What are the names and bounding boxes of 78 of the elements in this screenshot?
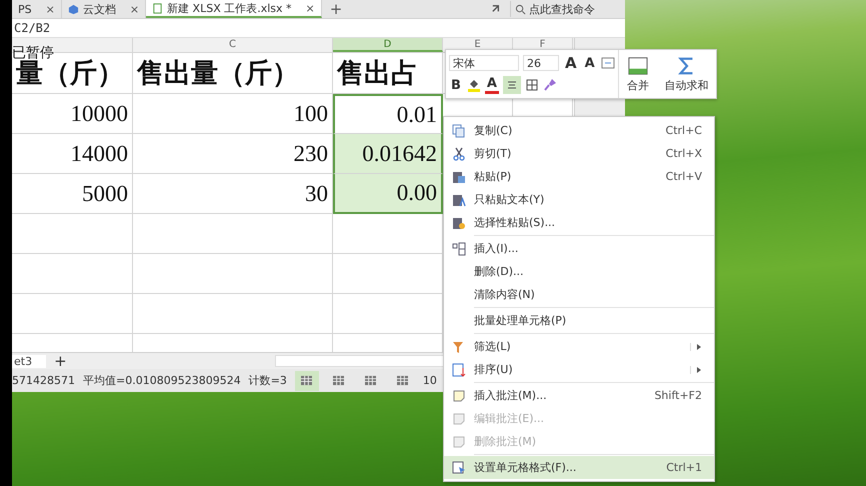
submenu-arrow-icon (690, 342, 702, 350)
brush-icon[interactable] (542, 78, 557, 92)
clipboard-icon (452, 216, 466, 230)
tab-label: PS (18, 2, 32, 16)
submenu-arrow-icon (690, 366, 702, 374)
font-color-button[interactable]: A (484, 76, 499, 94)
menu-item[interactable]: 只粘贴文本(Y) (444, 188, 714, 211)
status-text: 571428571 (12, 374, 75, 387)
align-center-button[interactable] (502, 76, 521, 94)
insert-cells-icon (452, 242, 466, 256)
grid-view-icon (300, 375, 314, 386)
grid-view-icon (396, 375, 410, 386)
menu-item[interactable]: 清除内容(N) (444, 283, 714, 306)
new-tab-button[interactable]: + (322, 0, 350, 18)
border-icon[interactable] (524, 78, 539, 92)
sheet-tab[interactable]: et3 (12, 354, 46, 368)
clipboard-icon (452, 192, 466, 206)
close-icon[interactable]: × (306, 2, 315, 14)
shortcut-text: Ctrl+X (666, 147, 702, 160)
bold-button[interactable]: B (449, 76, 463, 94)
table-cell: 5000 (12, 174, 133, 214)
note-icon (452, 412, 466, 426)
table-cell: 售出量（斤） (133, 53, 333, 94)
scissors-icon (452, 146, 466, 160)
document-tab[interactable]: 新建 XLSX 工作表.xlsx * × (146, 0, 322, 18)
grow-font-button[interactable]: A (563, 54, 579, 72)
menu-item[interactable]: 选择性粘贴(S)... (444, 211, 714, 234)
add-sheet-button[interactable]: + (46, 352, 75, 370)
search-field[interactable]: 点此查找命令 (510, 1, 625, 17)
document-icon (152, 2, 164, 14)
font-dropdown[interactable]: 宋体 (449, 55, 519, 71)
table-cell: 14000 (12, 134, 133, 174)
clipboard-icon (452, 170, 466, 184)
menu-item[interactable]: 复制(C) Ctrl+C (444, 119, 714, 142)
menu-item[interactable]: 设置单元格格式(F)... Ctrl+1 (444, 456, 714, 479)
column-header[interactable]: D (333, 38, 443, 52)
note-icon (452, 434, 466, 448)
grid-view-icon (332, 375, 346, 386)
menu-item[interactable]: 插入批注(M)... Shift+F2 (444, 384, 714, 407)
table-cell: 10000 (12, 94, 133, 134)
wrap-icon[interactable] (600, 56, 615, 70)
search-icon (515, 4, 526, 14)
autosum-button[interactable]: 自动求和 (664, 56, 709, 92)
merge-button[interactable]: 合并 (626, 56, 650, 92)
menu-item[interactable]: 排序(U) (444, 358, 714, 381)
note-icon (452, 388, 466, 402)
sort-icon (452, 362, 466, 376)
copy-icon (452, 124, 466, 138)
fill-color-icon[interactable] (466, 78, 481, 92)
document-tab[interactable]: PS × (12, 0, 62, 18)
shrink-font-button[interactable]: A (582, 54, 597, 72)
menu-item[interactable]: 粘贴(P) Ctrl+V (444, 165, 714, 188)
menu-item[interactable]: 批量处理单元格(P) (444, 309, 714, 332)
shortcut-text: Shift+F2 (654, 389, 702, 402)
status-text: 计数=3 (248, 373, 287, 388)
close-icon[interactable]: × (130, 2, 140, 16)
status-text: 平均值=0.010809523809524 (83, 373, 241, 388)
shortcut-text: Ctrl+V (666, 170, 702, 183)
merge-cells-icon (626, 56, 650, 76)
tab-label: 云文档 (82, 2, 116, 16)
table-cell: 0.01642 (333, 134, 443, 174)
menu-item[interactable]: 剪切(T) Ctrl+X (444, 142, 714, 165)
font-size-dropdown[interactable]: 26 (523, 55, 559, 71)
formula-text: C2/B2 (14, 21, 50, 35)
shortcut-text: Ctrl+1 (666, 461, 702, 474)
menu-item[interactable]: 筛选(L) (444, 335, 714, 358)
zoom-level[interactable]: 10 (422, 374, 437, 387)
close-icon[interactable]: × (46, 2, 55, 16)
shortcut-text: Ctrl+C (666, 124, 702, 137)
tab-label: 新建 XLSX 工作表.xlsx * (167, 0, 292, 16)
menu-item[interactable]: 删除(D)... (444, 260, 714, 283)
grid-view-icon (364, 375, 378, 386)
view-mode-button[interactable] (294, 370, 319, 390)
table-cell: 0.00 (333, 174, 443, 214)
cloud-icon (68, 4, 79, 14)
table-cell: 0.01 (333, 94, 443, 134)
menu-item[interactable]: 插入(I)... (444, 237, 714, 260)
format-cells-icon (452, 460, 466, 474)
